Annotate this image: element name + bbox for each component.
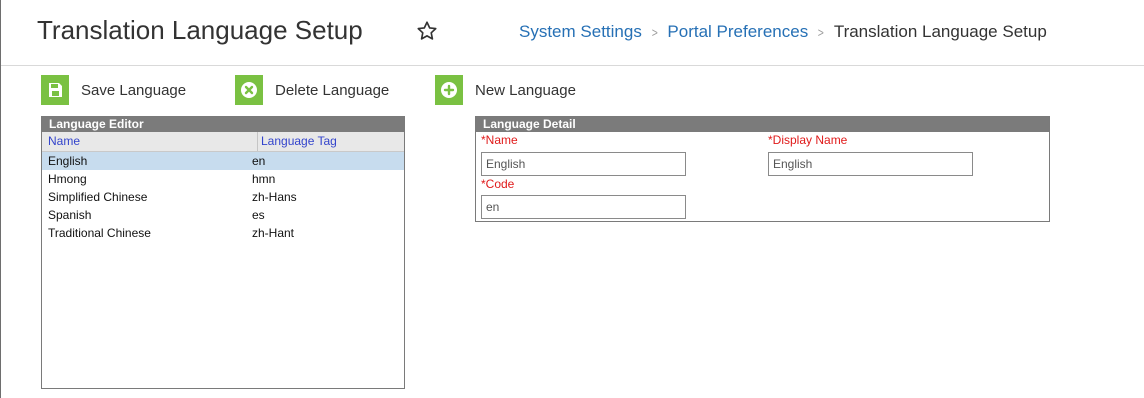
list-item[interactable]: English en (42, 152, 404, 170)
add-icon (435, 75, 463, 105)
language-tag: hmn (252, 172, 276, 186)
column-divider (257, 132, 258, 151)
language-detail-panel: Language Detail *Name *Display Name *Cod… (475, 116, 1050, 222)
breadcrumb: System Settings > Portal Preferences > T… (519, 22, 1047, 42)
language-name: Hmong (48, 172, 87, 186)
language-tag: en (252, 154, 266, 168)
list-item[interactable]: Hmong hmn (42, 170, 404, 188)
list-item[interactable]: Simplified Chinese zh-Hans (42, 188, 404, 206)
breadcrumb-separator-icon: > (817, 24, 825, 40)
delete-language-button[interactable]: Delete Language (235, 75, 389, 105)
language-editor-title: Language Editor (42, 117, 404, 132)
save-language-button[interactable]: Save Language (41, 75, 186, 105)
list-item[interactable]: Spanish es (42, 206, 404, 224)
page-title: Translation Language Setup (37, 15, 363, 45)
breadcrumb-separator-icon: > (651, 24, 658, 40)
column-header-name[interactable]: Name (48, 134, 80, 148)
delete-icon (235, 75, 263, 105)
language-editor-panel: Language Editor Name Language Tag Englis… (41, 116, 405, 389)
language-tag: zh-Hans (252, 190, 297, 204)
breadcrumb-current: Translation Language Setup (833, 22, 1047, 41)
code-field[interactable] (481, 195, 686, 219)
name-field[interactable] (481, 152, 686, 176)
page: Translation Language Setup System Settin… (0, 0, 1144, 398)
breadcrumb-system-settings[interactable]: System Settings (519, 22, 642, 42)
language-name: Traditional Chinese (48, 226, 151, 240)
language-tag: es (252, 208, 265, 222)
language-name: English (48, 154, 88, 168)
column-header-language-tag[interactable]: Language Tag (261, 134, 337, 148)
new-language-button[interactable]: New Language (435, 75, 576, 105)
language-list: English en Hmong hmn Simplified Chinese … (42, 152, 404, 242)
save-language-label: Save Language (81, 81, 187, 99)
language-detail-title: Language Detail (476, 117, 1049, 132)
list-item[interactable]: Traditional Chinese zh-Hant (42, 224, 404, 242)
new-language-label: New Language (475, 81, 576, 99)
name-field-label: *Name (481, 133, 518, 147)
display-name-field-label: *Display Name (768, 133, 848, 147)
delete-language-label: Delete Language (275, 81, 390, 99)
language-table-header: Name Language Tag (42, 132, 404, 152)
star-icon[interactable] (416, 20, 438, 42)
display-name-field[interactable] (768, 152, 973, 176)
save-icon (41, 75, 69, 105)
language-tag: zh-Hant (252, 226, 295, 240)
language-name: Simplified Chinese (48, 190, 148, 204)
page-header: Translation Language Setup System Settin… (1, 0, 1144, 66)
breadcrumb-portal-preferences[interactable]: Portal Preferences (667, 22, 808, 42)
code-field-label: *Code (481, 177, 515, 191)
language-name: Spanish (48, 208, 92, 222)
